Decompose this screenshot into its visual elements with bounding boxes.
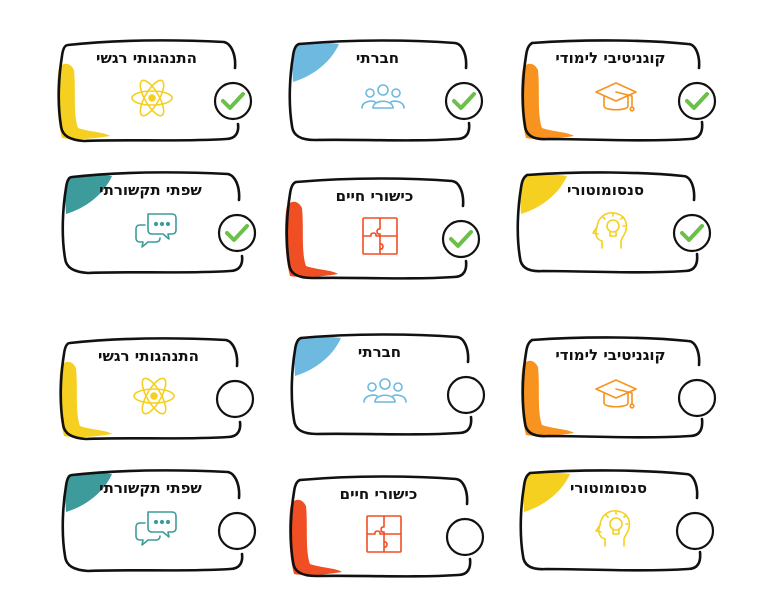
card-title: סנסומוטורי — [569, 479, 648, 497]
card-title: קוגניטיבי לימודי — [555, 346, 666, 364]
card-title: כישורי חיים — [335, 187, 414, 205]
puzzle-icon — [362, 514, 406, 554]
puzzle-icon — [358, 216, 402, 256]
category-card-emotional[interactable]: התנהגותי רגשי — [54, 39, 259, 143]
checkbox-checked[interactable] — [671, 212, 713, 254]
checkbox-unchecked[interactable] — [214, 378, 256, 420]
atom-icon — [130, 78, 174, 118]
checkbox-unchecked[interactable] — [445, 374, 487, 416]
card-title: התנהגותי רגשי — [98, 347, 199, 365]
category-card-communication[interactable]: שפתי תקשורתי — [58, 469, 263, 573]
atom-icon — [132, 376, 176, 416]
card-title: חברתי — [357, 343, 402, 361]
checkbox-checked[interactable] — [440, 218, 482, 260]
category-card-sensorimotor[interactable]: סנסומוטורי — [516, 469, 721, 572]
card-title: סנסומוטורי — [566, 181, 645, 199]
card-title: שפתי תקשורתי — [99, 181, 202, 199]
category-card-cognitive[interactable]: קוגניטיבי לימודי — [518, 39, 723, 142]
checkbox-unchecked[interactable] — [676, 377, 718, 419]
people-group-icon — [361, 78, 405, 118]
graduation-cap-icon — [594, 78, 638, 118]
graduation-cap-icon — [594, 375, 638, 415]
speech-bubbles-icon — [134, 508, 178, 548]
head-lightbulb-icon — [589, 210, 633, 250]
category-card-life-skills[interactable]: כישורי חיים — [286, 475, 491, 578]
card-title: קוגניטיבי לימודי — [555, 49, 666, 67]
checkbox-unchecked[interactable] — [216, 510, 258, 552]
checkbox-checked[interactable] — [216, 212, 258, 254]
checkbox-unchecked[interactable] — [444, 516, 486, 558]
category-card-emotional[interactable]: התנהגותי רגשי — [56, 337, 261, 441]
card-title: שפתי תקשורתי — [99, 479, 202, 497]
category-card-communication[interactable]: שפתי תקשורתי — [58, 171, 263, 275]
category-card-life-skills[interactable]: כישורי חיים — [282, 177, 487, 280]
people-group-icon — [363, 372, 407, 412]
checkbox-checked[interactable] — [212, 80, 254, 122]
checkbox-checked[interactable] — [676, 80, 718, 122]
speech-bubbles-icon — [134, 210, 178, 250]
category-card-social[interactable]: חברתי — [285, 39, 490, 142]
head-lightbulb-icon — [592, 508, 636, 548]
category-card-cognitive[interactable]: קוגניטיבי לימודי — [518, 336, 723, 439]
checkbox-checked[interactable] — [443, 80, 485, 122]
card-title: התנהגותי רגשי — [96, 49, 197, 67]
category-card-sensorimotor[interactable]: סנסומוטורי — [513, 171, 718, 274]
card-title: כישורי חיים — [339, 485, 418, 503]
category-card-social[interactable]: חברתי — [287, 333, 492, 436]
card-title: חברתי — [355, 49, 400, 67]
checkbox-unchecked[interactable] — [674, 510, 716, 552]
